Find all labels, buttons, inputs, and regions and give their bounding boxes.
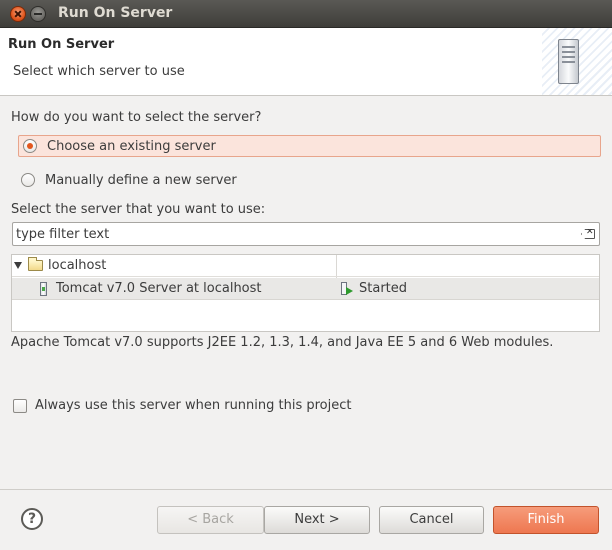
host-cell: localhost [14, 257, 107, 273]
server-started-icon [341, 281, 353, 296]
clear-filter-icon[interactable] [581, 229, 595, 239]
server-description: Apache Tomcat v7.0 supports J2EE 1.2, 1.… [11, 335, 554, 350]
server-icon [558, 39, 579, 84]
choose-existing-label: Choose an existing server [47, 138, 216, 154]
folder-open-icon [28, 257, 43, 271]
server-icon [40, 281, 47, 296]
select-method-label: How do you want to select the server? [11, 110, 262, 125]
server-table[interactable]: localhost Tomcat v7.0 Server at localhos… [11, 254, 600, 332]
title-bar: Run On Server [0, 0, 612, 28]
radio-unselected-icon[interactable] [21, 173, 35, 187]
define-new-label: Manually define a new server [45, 172, 237, 188]
table-row[interactable]: Tomcat v7.0 Server at localhost Started [12, 278, 599, 300]
footer-divider [0, 489, 612, 490]
wizard-banner [542, 28, 612, 95]
server-name-cell: Tomcat v7.0 Server at localhost [40, 281, 262, 296]
finish-button[interactable]: Finish [493, 506, 599, 534]
always-use-label: Always use this server when running this… [35, 398, 352, 413]
server-state-cell: Started [341, 281, 407, 296]
table-row[interactable]: localhost [12, 255, 599, 277]
always-use-checkbox[interactable] [13, 398, 27, 413]
cancel-button[interactable]: Cancel [379, 506, 484, 534]
filter-field[interactable] [12, 222, 600, 246]
wizard-title: Run On Server [8, 37, 115, 52]
define-new-option[interactable]: Manually define a new server [21, 169, 237, 191]
choose-existing-option[interactable]: Choose an existing server [18, 135, 601, 157]
always-use-option[interactable]: Always use this server when running this… [13, 398, 352, 413]
window-title: Run On Server [58, 5, 173, 21]
server-list-label: Select the server that you want to use: [11, 202, 266, 217]
minimize-window-button[interactable] [30, 6, 46, 22]
wizard-header: Run On Server Select which server to use [0, 28, 612, 96]
expand-arrow-icon[interactable] [14, 262, 22, 269]
back-button[interactable]: < Back [157, 506, 264, 534]
server-name: Tomcat v7.0 Server at localhost [56, 281, 262, 296]
help-icon[interactable]: ? [21, 508, 43, 530]
next-button[interactable]: Next > [264, 506, 370, 534]
radio-selected-icon[interactable] [23, 139, 37, 153]
server-state: Started [359, 281, 408, 296]
filter-input[interactable] [16, 225, 576, 243]
wizard-subtitle: Select which server to use [13, 64, 185, 79]
close-window-button[interactable] [10, 6, 26, 22]
host-name: localhost [48, 258, 107, 273]
